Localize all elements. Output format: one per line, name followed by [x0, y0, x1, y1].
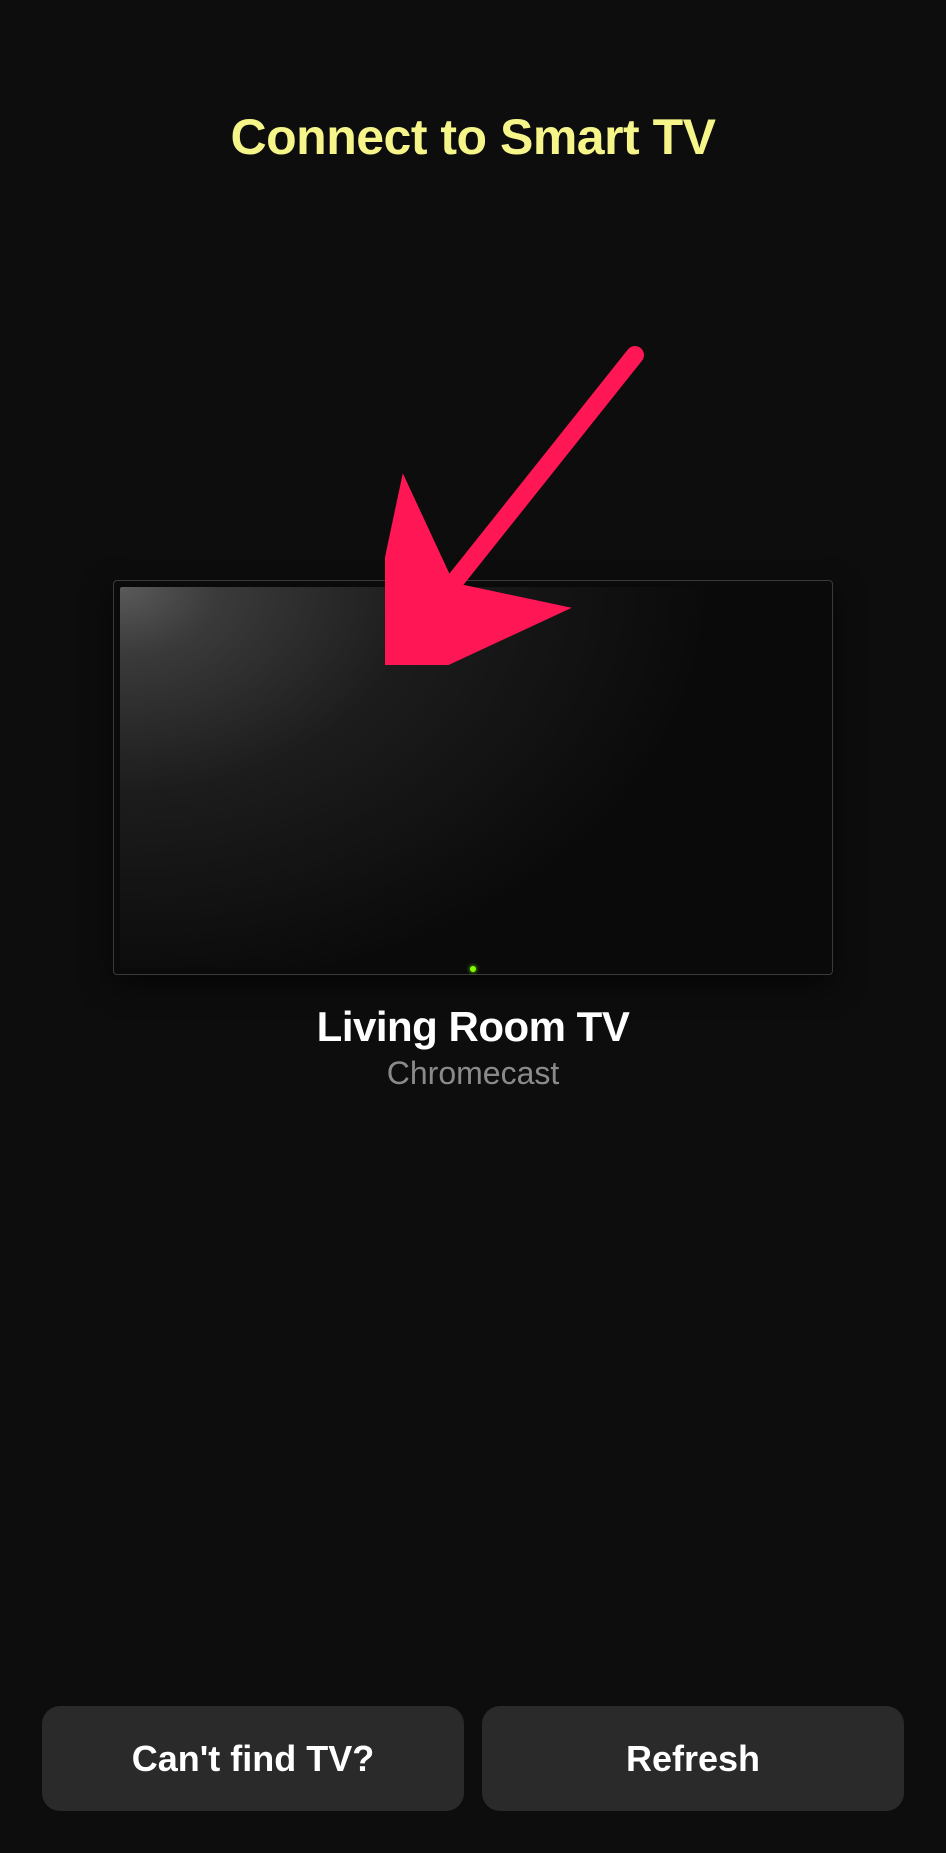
bottom-button-row: Can't find TV? Refresh	[42, 1706, 904, 1811]
tv-icon	[113, 580, 833, 975]
tv-led-icon	[470, 966, 476, 972]
device-type-label: Chromecast	[387, 1055, 560, 1092]
device-name-label: Living Room TV	[317, 1003, 630, 1051]
cant-find-tv-button[interactable]: Can't find TV?	[42, 1706, 464, 1811]
tv-screen-icon	[120, 587, 826, 968]
refresh-button[interactable]: Refresh	[482, 1706, 904, 1811]
page-title: Connect to Smart TV	[0, 0, 946, 166]
device-card[interactable]: Living Room TV Chromecast	[113, 580, 833, 1092]
